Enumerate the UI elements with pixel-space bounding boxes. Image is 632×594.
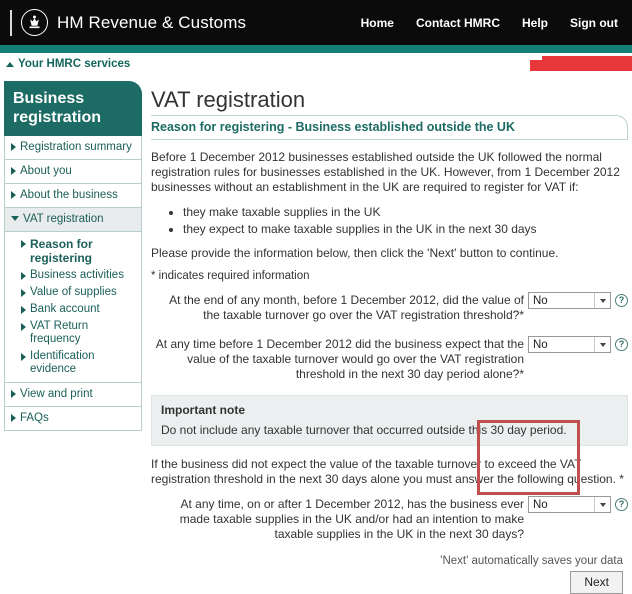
required-fields-note: * indicates required information (151, 270, 628, 282)
help-question-icon[interactable]: ? (615, 294, 628, 307)
important-note-title: Important note (161, 403, 618, 417)
sidebar-subitem-label: Identification evidence (30, 350, 136, 376)
brand-divider (10, 10, 12, 36)
sidebar-item-identification-evidence[interactable]: Identification evidence (5, 348, 141, 378)
question-1-selected-value: No (529, 295, 594, 307)
sidebar-item-view-and-print[interactable]: View and print (5, 383, 141, 407)
page-body: Business registration Registration summa… (0, 75, 632, 594)
sidebar-item-registration-summary[interactable]: Registration summary (5, 136, 141, 160)
sidebar-item-vat-registration[interactable]: VAT registration (5, 208, 141, 232)
question-1-control: No ? (525, 292, 628, 309)
question-row-1: At the end of any month, before 1 Decemb… (151, 292, 628, 323)
sidebar-item-label: View and print (20, 387, 93, 401)
site-header: HM Revenue & Customs Home Contact HMRC H… (0, 0, 632, 45)
triangle-down-icon (11, 216, 19, 221)
triangle-right-icon (21, 306, 26, 314)
your-hmrc-services-label: Your HMRC services (18, 58, 130, 70)
sidebar-subitem-label: VAT Return frequency (30, 320, 136, 346)
question-2-label: At any time before 1 December 2012 did t… (151, 336, 525, 382)
sidebar-subitem-label: Value of supplies (30, 286, 117, 299)
sidebar-item-label: About the business (20, 188, 118, 202)
sidebar-item-vat-return-frequency[interactable]: VAT Return frequency (5, 318, 141, 348)
sidebar-item-bank-account[interactable]: Bank account (5, 301, 141, 318)
requirements-list: they make taxable supplies in the UK the… (151, 204, 628, 237)
question-1-text: At the end of any month, before 1 Decemb… (169, 293, 524, 322)
chevron-down-icon[interactable] (594, 293, 610, 308)
chevron-down-icon[interactable] (594, 497, 610, 512)
instruction-text: Please provide the information below, th… (151, 246, 628, 261)
page-subtitle: Reason for registering - Business establ… (151, 120, 623, 134)
sidebar-item-label: VAT registration (23, 212, 104, 226)
question-2-select[interactable]: No (528, 336, 611, 353)
sidebar: Business registration Registration summa… (4, 81, 142, 431)
question-row-2: At any time before 1 December 2012 did t… (151, 336, 628, 382)
triangle-up-icon (6, 62, 14, 67)
list-item: they expect to make taxable supplies in … (183, 221, 628, 237)
important-note-box: Important note Do not include any taxabl… (151, 395, 628, 446)
brand-title: HM Revenue & Customs (57, 13, 246, 33)
triangle-right-icon (21, 323, 26, 331)
triangle-right-icon (21, 272, 26, 280)
nav-link-sign-out[interactable]: Sign out (570, 16, 618, 30)
teal-accent-strip (0, 45, 632, 53)
help-question-icon[interactable]: ? (615, 338, 628, 351)
required-marker: * (519, 367, 524, 381)
list-item: they make taxable supplies in the UK (183, 204, 628, 220)
triangle-right-icon (21, 353, 26, 361)
your-hmrc-services-link[interactable]: Your HMRC services (6, 58, 130, 70)
sidebar-item-about-the-business[interactable]: About the business (5, 184, 141, 208)
sidebar-item-value-of-supplies[interactable]: Value of supplies (5, 284, 141, 301)
main-content: VAT registration Reason for registering … (142, 75, 632, 594)
intro-paragraph: Before 1 December 2012 businesses establ… (151, 150, 628, 195)
sidebar-item-faqs[interactable]: FAQs (5, 407, 141, 430)
sidebar-subitem-label: Reason for registering (30, 237, 136, 265)
sidebar-nav-list: Registration summary About you About the… (4, 136, 142, 431)
hmrc-crown-crest-icon (21, 9, 48, 36)
sidebar-item-label: About you (20, 164, 72, 178)
triangle-right-icon (11, 167, 16, 175)
page-subtitle-bar: Reason for registering - Business establ… (151, 115, 628, 140)
sidebar-item-about-you[interactable]: About you (5, 160, 141, 184)
question-1-label: At the end of any month, before 1 Decemb… (151, 292, 525, 323)
top-navigation: Home Contact HMRC Help Sign out (361, 16, 618, 30)
question-1-select[interactable]: No (528, 292, 611, 309)
question-3-selected-value: No (529, 499, 594, 511)
nav-link-contact-hmrc[interactable]: Contact HMRC (416, 16, 500, 30)
autosave-note: 'Next' automatically saves your data (151, 555, 623, 567)
sidebar-item-label: Registration summary (20, 140, 132, 154)
conditional-instruction-text: If the business did not expect the value… (151, 457, 628, 487)
brand: HM Revenue & Customs (10, 9, 361, 36)
red-accent-flag (542, 56, 632, 71)
nav-link-help[interactable]: Help (522, 16, 548, 30)
chevron-down-icon[interactable] (594, 337, 610, 352)
triangle-right-icon (11, 414, 16, 422)
question-2-text: At any time before 1 December 2012 did t… (156, 337, 524, 381)
page-title: VAT registration (151, 87, 628, 113)
next-button[interactable]: Next (570, 571, 623, 594)
sidebar-item-label: FAQs (20, 411, 49, 425)
nav-link-home[interactable]: Home (361, 16, 394, 30)
sidebar-subnav-list: Reason for registering Business activiti… (5, 232, 141, 383)
sidebar-item-reason-for-registering[interactable]: Reason for registering (5, 235, 141, 267)
question-3-label: At any time, on or after 1 December 2012… (151, 496, 525, 542)
triangle-right-icon (11, 390, 16, 398)
important-note-text: Do not include any taxable turnover that… (161, 423, 618, 437)
sidebar-subitem-label: Bank account (30, 303, 100, 316)
sidebar-heading: Business registration (4, 81, 142, 136)
form-footer: 'Next' automatically saves your data Nex… (151, 555, 628, 594)
triangle-right-icon (21, 240, 26, 248)
question-3-select[interactable]: No (528, 496, 611, 513)
sidebar-item-business-activities[interactable]: Business activities (5, 267, 141, 284)
question-2-control: No ? (525, 336, 628, 353)
question-row-3: At any time, on or after 1 December 2012… (151, 496, 628, 542)
red-flag-notch (530, 60, 542, 71)
required-marker: * (519, 308, 524, 322)
sidebar-subitem-label: Business activities (30, 269, 124, 282)
triangle-right-icon (21, 289, 26, 297)
triangle-right-icon (11, 191, 16, 199)
triangle-right-icon (11, 143, 16, 151)
help-question-icon[interactable]: ? (615, 498, 628, 511)
question-2-selected-value: No (529, 339, 594, 351)
question-3-control: No ? (525, 496, 628, 513)
